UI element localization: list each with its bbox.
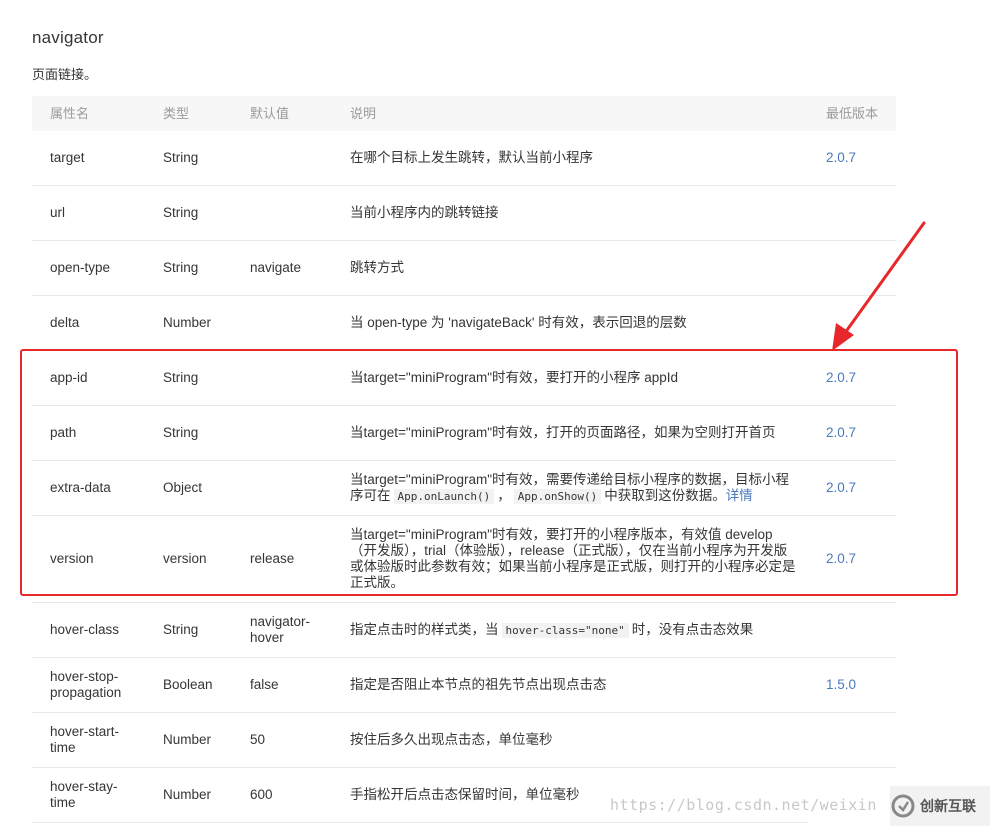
prop-description: 指定是否阻止本节点的祖先节点出现点击态 — [350, 677, 607, 692]
header-name: 属性名 — [50, 105, 90, 121]
prop-default: 600 — [250, 787, 273, 802]
watermark-url: https://blog.csdn.net/weixin — [610, 796, 877, 814]
prop-type: Boolean — [163, 677, 213, 692]
prop-type: String — [163, 260, 199, 275]
table-row: open-type String navigate 跳转方式 — [32, 241, 896, 296]
prop-name: hover-start-time — [50, 713, 140, 767]
prop-description: 当前小程序内的跳转链接 — [350, 205, 499, 220]
prop-default: false — [250, 677, 279, 692]
prop-default — [250, 186, 336, 240]
prop-description: 在哪个目标上发生跳转，默认当前小程序 — [350, 150, 593, 165]
table-header: 属性名 类型 默认值 说明 最低版本 — [32, 96, 896, 131]
header-description: 说明 — [350, 105, 377, 121]
prop-type: String — [163, 205, 199, 220]
annotation-arrow-icon — [832, 221, 926, 351]
prop-name: hover-stop-propagation — [50, 658, 140, 712]
prop-default — [250, 131, 336, 185]
header-default: 默认值 — [250, 105, 290, 121]
prop-version: 1.5.0 — [826, 677, 857, 692]
prop-type: String — [163, 622, 199, 637]
logo-mark-icon — [891, 794, 915, 818]
prop-default-text: navigator-hover — [250, 614, 311, 645]
prop-name: hover-stay-time — [50, 768, 140, 822]
desc-text: 指定点击时的样式类，当 — [350, 621, 499, 637]
highlight-annotation-box — [20, 349, 958, 596]
logo-text: 创新互联 — [920, 798, 976, 814]
prop-name: delta — [50, 315, 80, 330]
prop-description: 指定点击时的样式类，当 hover-class="none" 时，没有点击态效果 — [350, 603, 798, 657]
prop-default: navigate — [250, 260, 302, 275]
prop-name: target — [50, 150, 85, 165]
table-row: target String 在哪个目标上发生跳转，默认当前小程序 2.0.7 — [32, 131, 896, 186]
prop-version — [826, 603, 886, 657]
prop-default: 50 — [250, 732, 266, 747]
prop-name: open-type — [50, 260, 111, 275]
table-row: url String 当前小程序内的跳转链接 — [32, 186, 896, 241]
prop-name-text: hover-stop-propagation — [50, 669, 122, 700]
watermark-logo: 创新互联 — [890, 786, 990, 826]
code-snippet: hover-class="none" — [501, 622, 629, 638]
page-title: navigator — [32, 28, 104, 47]
prop-type: Number — [163, 315, 212, 330]
prop-name-text: hover-stay-time — [50, 779, 118, 810]
prop-type: String — [163, 150, 199, 165]
prop-name: url — [50, 205, 66, 220]
header-type: 类型 — [163, 105, 190, 121]
prop-version — [826, 713, 886, 767]
header-min-version: 最低版本 — [826, 105, 879, 121]
prop-description: 按住后多久出现点击态，单位毫秒 — [350, 732, 553, 747]
prop-default — [250, 296, 336, 350]
table-row: hover-start-time Number 50 按住后多久出现点击态，单位… — [32, 713, 896, 768]
prop-description: 跳转方式 — [350, 260, 404, 275]
prop-type: Number — [163, 787, 212, 802]
table-row: delta Number 当 open-type 为 'navigateBack… — [32, 296, 896, 351]
prop-name: hover-class — [50, 622, 120, 637]
page-description: 页面链接。 — [32, 67, 98, 82]
table-row: hover-stop-propagation Boolean false 指定是… — [32, 658, 896, 713]
prop-type: Number — [163, 732, 212, 747]
prop-default: navigator-hover — [250, 603, 320, 657]
prop-description: 当 open-type 为 'navigateBack' 时有效，表示回退的层数 — [350, 315, 687, 330]
table-row: hover-class String navigator-hover 指定点击时… — [32, 603, 896, 658]
prop-name-text: hover-start-time — [50, 724, 120, 755]
desc-text: 时，没有点击态效果 — [631, 621, 754, 637]
prop-version: 2.0.7 — [826, 150, 857, 165]
